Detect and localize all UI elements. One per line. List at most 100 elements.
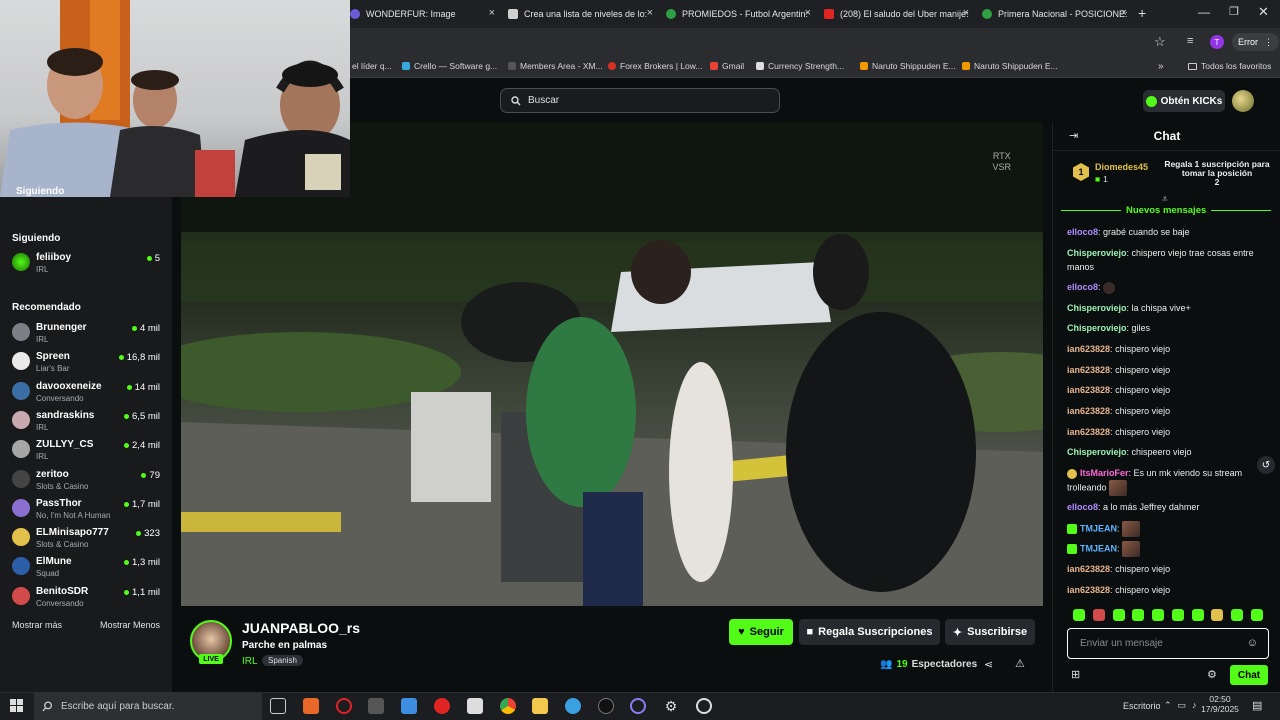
app-icon[interactable]: [401, 698, 417, 714]
channel-name[interactable]: JUANPABLOO_rs: [242, 620, 360, 636]
bookmark-item[interactable]: el líder q...: [352, 61, 392, 71]
maximize-icon[interactable]: ❐: [1229, 5, 1239, 18]
close-tab-icon[interactable]: ×: [647, 7, 653, 19]
chat-username[interactable]: elloco8: [1067, 282, 1098, 292]
minimize-icon[interactable]: —: [1198, 5, 1210, 19]
chat-username[interactable]: ian623828: [1067, 585, 1110, 595]
gift-store-icon[interactable]: ⊞: [1071, 668, 1080, 681]
sidebar-item-elminisapo777[interactable]: ELMinisapo777 Slots & Casino 323: [10, 525, 160, 553]
sidebar-item-zullyy_cs[interactable]: ZULLYY_CS IRL 2,4 mil: [10, 437, 160, 465]
chat-username[interactable]: elloco8: [1067, 227, 1098, 237]
chat-username[interactable]: TMJEAN: [1080, 543, 1117, 553]
close-tab-icon[interactable]: ×: [805, 7, 811, 19]
app-icon[interactable]: [303, 698, 319, 714]
bookmark-item[interactable]: Forex Brokers | Low...: [608, 61, 703, 71]
bookmark-item[interactable]: Members Area - XM...: [508, 61, 603, 71]
chat-username[interactable]: ian623828: [1067, 427, 1110, 437]
language-tag[interactable]: Spanish: [262, 655, 303, 666]
sidebar-item-feliiboy[interactable]: feliiboy IRL 5: [10, 250, 160, 278]
chat-username[interactable]: Chisperoviejo: [1067, 248, 1127, 258]
app-icon[interactable]: [368, 698, 384, 714]
sidebar-item-spreen[interactable]: Spreen Liar's Bar 16,8 mil: [10, 349, 160, 377]
emote-icon[interactable]: [1171, 609, 1184, 621]
emote-icon[interactable]: [1073, 609, 1085, 621]
send-chat-button[interactable]: Chat: [1230, 665, 1268, 685]
file-explorer-icon[interactable]: [532, 698, 548, 714]
emote-icon[interactable]: [1132, 609, 1145, 621]
emote-icon[interactable]: [1092, 609, 1105, 621]
chat-username[interactable]: ian623828: [1067, 365, 1110, 375]
all-bookmarks-button[interactable]: Todos los favoritos: [1188, 61, 1271, 71]
sidebar-item-davooxeneize[interactable]: davooxeneize Conversando 14 mil: [10, 379, 160, 407]
search-input[interactable]: Buscar: [500, 88, 780, 113]
opera-icon[interactable]: [336, 698, 352, 714]
kebab-menu-icon[interactable]: ⋮: [1264, 37, 1273, 48]
show-more-button[interactable]: Mostrar más: [12, 620, 62, 630]
chat-input[interactable]: Enviar un mensaje ☺: [1067, 628, 1269, 659]
app-icon[interactable]: [598, 698, 614, 714]
task-view-icon[interactable]: [270, 698, 286, 714]
emote-icon[interactable]: [1250, 609, 1263, 621]
sidebar-item-brunenger[interactable]: Brunenger IRL 4 mil: [10, 320, 160, 348]
more-bookmarks-icon[interactable]: »: [1158, 61, 1164, 72]
emote-icon[interactable]: [1211, 609, 1224, 621]
chat-username[interactable]: Chisperoviejo: [1067, 303, 1127, 313]
store-icon[interactable]: [467, 698, 483, 714]
bookmark-item[interactable]: Currency Strength...: [756, 61, 844, 71]
bookmark-item[interactable]: Naruto Shippuden E...: [860, 61, 956, 71]
bookmark-item[interactable]: Gmail: [710, 61, 744, 71]
browser-tab[interactable]: (208) El saludo del Uber manije: ×: [824, 4, 969, 24]
gift-subs-button[interactable]: ■ Regala Suscripciones: [799, 619, 940, 645]
app-icon[interactable]: [696, 698, 712, 714]
close-window-icon[interactable]: ✕: [1258, 4, 1269, 20]
bookmark-star-icon[interactable]: ☆: [1154, 34, 1166, 50]
settings-icon[interactable]: ⚙: [663, 698, 679, 714]
taskbar-search-input[interactable]: Escribe aquí para buscar.: [34, 693, 262, 720]
media-control-icon[interactable]: ≡: [1187, 35, 1193, 47]
close-tab-icon[interactable]: ×: [489, 7, 495, 19]
browser-tab[interactable]: WONDERFUR: Image ×: [350, 4, 495, 24]
browser-tab[interactable]: Primera Nacional - POSICIONE: ×: [982, 4, 1127, 24]
chat-username[interactable]: Chisperoviejo: [1067, 323, 1127, 333]
sidebar-item-sandraskins[interactable]: sandraskins IRL 6,5 mil: [10, 408, 160, 436]
chat-username[interactable]: ian623828: [1067, 344, 1110, 354]
app-icon[interactable]: [630, 698, 646, 714]
browser-tab[interactable]: PROMIEDOS - Futbol Argentin: ×: [666, 4, 811, 24]
chat-username[interactable]: ian623828: [1067, 564, 1110, 574]
bookmark-item[interactable]: Crello — Software g...: [402, 61, 497, 71]
sidebar-item-elmune[interactable]: ElMune Squad 1,3 mil: [10, 554, 160, 582]
subscribe-button[interactable]: ✦ Suscribirse: [945, 619, 1035, 645]
share-icon[interactable]: ⋖: [984, 658, 993, 671]
new-tab-button[interactable]: +: [1138, 5, 1146, 21]
chrome-icon[interactable]: [500, 698, 516, 714]
chat-username[interactable]: ItsMarioFer: [1080, 468, 1129, 478]
chat-username[interactable]: ian623828: [1067, 385, 1110, 395]
report-icon[interactable]: ⚠: [1015, 657, 1025, 670]
close-tab-icon[interactable]: ×: [1121, 7, 1127, 19]
get-kicks-button[interactable]: Obtén KICKs: [1143, 90, 1225, 112]
app-icon[interactable]: [565, 698, 581, 714]
gift-prompt[interactable]: Regala 1 suscripción para tomar la posic…: [1157, 160, 1277, 187]
desktop-label[interactable]: Escritorio: [1123, 701, 1161, 711]
top-gifter-name[interactable]: Diomedes45: [1095, 162, 1148, 172]
chat-username[interactable]: TMJEAN: [1080, 523, 1117, 533]
chat-username[interactable]: ian623828: [1067, 406, 1110, 416]
settings-icon[interactable]: ⚙: [1207, 668, 1217, 681]
tray-icons[interactable]: ⌃▭♪: [1164, 700, 1203, 711]
chat-username[interactable]: Chisperoviejo: [1067, 447, 1127, 457]
bookmark-item[interactable]: Naruto Shippuden E...: [962, 61, 1058, 71]
notifications-icon[interactable]: ▤: [1252, 699, 1262, 712]
emote-icon[interactable]: [1231, 609, 1244, 621]
follow-button[interactable]: ♥ Seguir: [729, 619, 793, 645]
emote-icon[interactable]: [1112, 609, 1125, 621]
emote-icon[interactable]: [1152, 609, 1165, 621]
stream-category[interactable]: IRL: [242, 656, 258, 667]
profile-avatar[interactable]: T: [1210, 35, 1224, 49]
windows-start-icon[interactable]: [10, 699, 23, 712]
scroll-resume-icon[interactable]: ↺: [1257, 456, 1275, 474]
browser-tab[interactable]: Crea una lista de niveles de lo: ×: [508, 4, 653, 24]
close-tab-icon[interactable]: ×: [963, 7, 969, 19]
error-button[interactable]: Error ⋮: [1232, 33, 1279, 51]
sidebar-item-benitosdr[interactable]: BenitoSDR Conversando 1,1 mil: [10, 584, 160, 612]
chat-username[interactable]: elloco8: [1067, 502, 1098, 512]
